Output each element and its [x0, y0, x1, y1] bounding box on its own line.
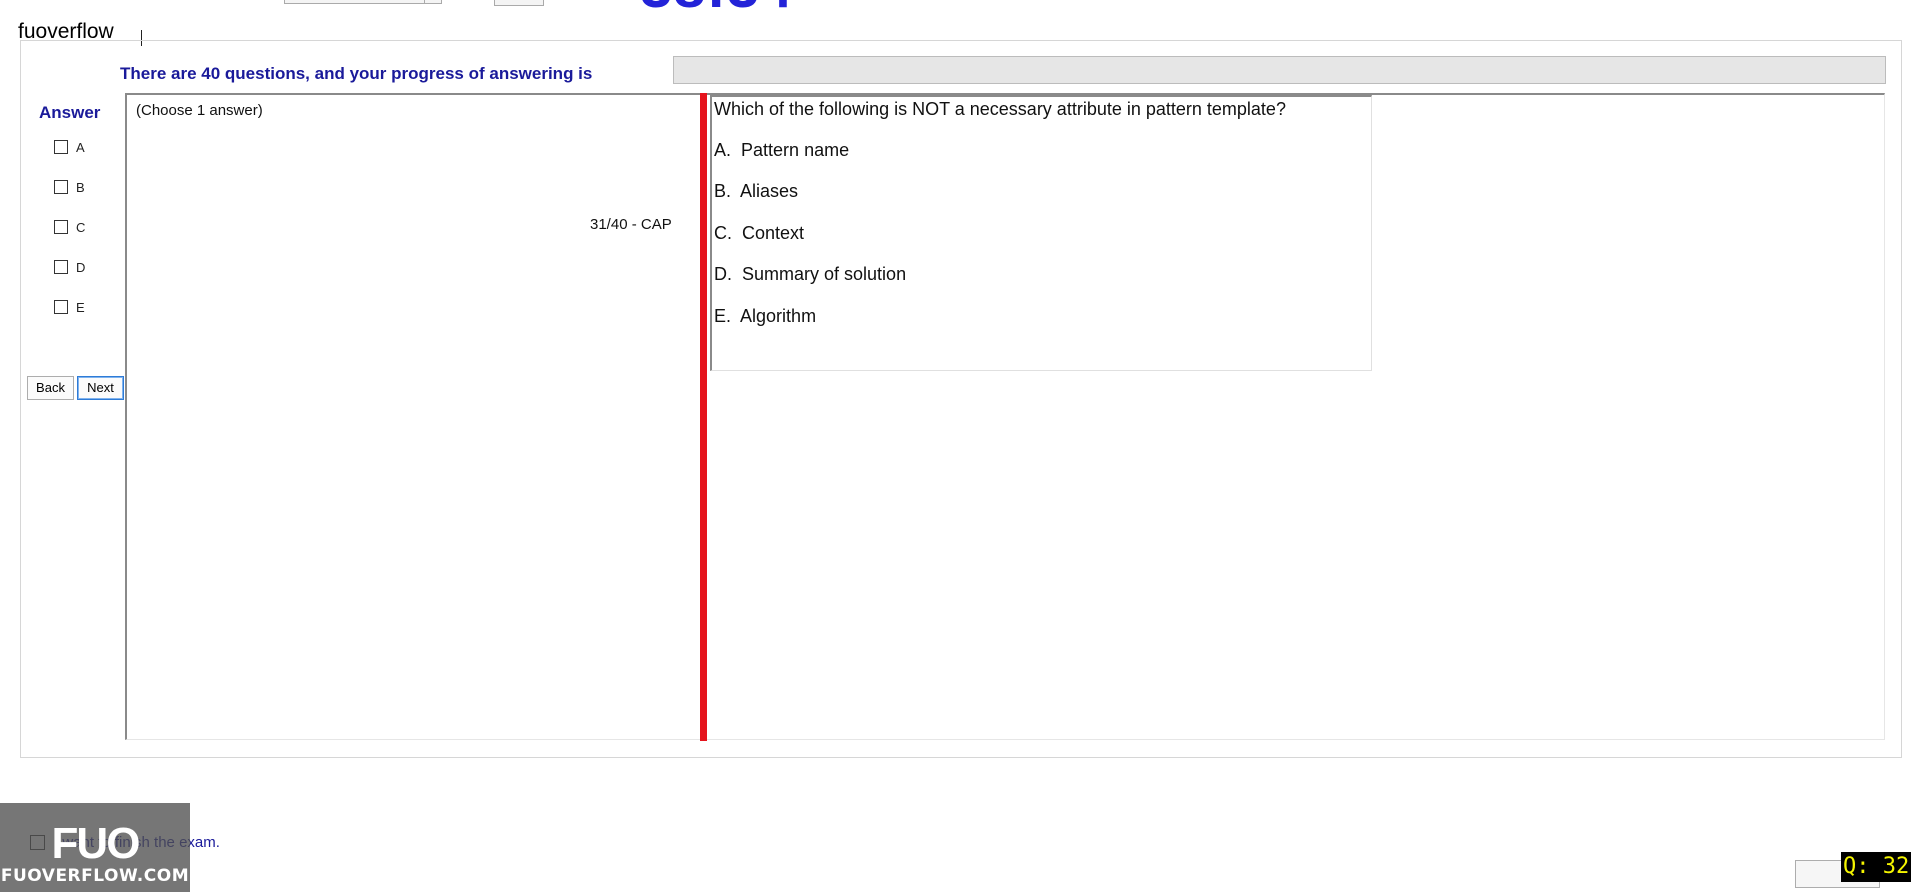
choose-instruction: (Choose 1 answer) [136, 102, 263, 119]
answer-option-label: B [76, 179, 85, 195]
top-combo-box[interactable] [284, 0, 442, 4]
pane-splitter[interactable] [700, 93, 707, 741]
question-option-d: D. Summary of solution [714, 264, 906, 285]
watermark-logo: FUO FUOVERFLOW.COM [0, 803, 190, 892]
checkbox-b[interactable] [54, 180, 68, 194]
question-option-c: C. Context [714, 223, 804, 244]
answer-option-d[interactable]: D [54, 257, 85, 277]
answer-option-c[interactable]: C [54, 217, 85, 237]
top-spin-box[interactable] [494, 0, 544, 6]
answer-option-b[interactable]: B [54, 177, 85, 197]
left-pane [125, 93, 701, 740]
answer-option-a[interactable]: A [54, 137, 85, 157]
question-option-e: E. Algorithm [714, 306, 816, 327]
back-button[interactable]: Back [27, 376, 74, 400]
answer-option-label: A [76, 139, 85, 155]
option-letter: E. [714, 306, 732, 326]
progress-bar [673, 56, 1886, 84]
answer-option-label: D [76, 259, 86, 275]
watermark-logo-text: FUO [51, 819, 141, 868]
option-text: Aliases [740, 181, 799, 201]
next-button[interactable]: Next [77, 376, 124, 400]
exam-timer: 38:34 [640, 0, 793, 14]
question-counter: Q: 32 [1841, 852, 1912, 882]
question-box [710, 95, 1372, 371]
option-letter: C. [714, 223, 732, 243]
checkbox-d[interactable] [54, 260, 68, 274]
answer-option-label: E [76, 299, 85, 315]
option-letter: B. [714, 181, 732, 201]
watermark-site: FUOVERFLOW.COM [0, 866, 190, 886]
question-option-b: B. Aliases [714, 181, 798, 202]
option-letter: D. [714, 264, 732, 284]
question-code: 31/40 - CAP [590, 216, 672, 233]
question-text: Which of the following is NOT a necessar… [714, 99, 1286, 119]
progress-label: There are 40 questions, and your progres… [120, 64, 593, 83]
checkbox-e[interactable] [54, 300, 68, 314]
option-text: Pattern name [741, 140, 850, 160]
option-letter: A. [714, 140, 732, 160]
option-text: Context [742, 223, 805, 243]
answer-option-label: C [76, 219, 86, 235]
checkbox-c[interactable] [54, 220, 68, 234]
answer-option-e[interactable]: E [54, 297, 85, 317]
option-text: Algorithm [740, 306, 817, 326]
checkbox-a[interactable] [54, 140, 68, 154]
answer-heading: Answer [39, 103, 101, 122]
question-option-a: A. Pattern name [714, 140, 849, 161]
option-text: Summary of solution [742, 264, 907, 284]
